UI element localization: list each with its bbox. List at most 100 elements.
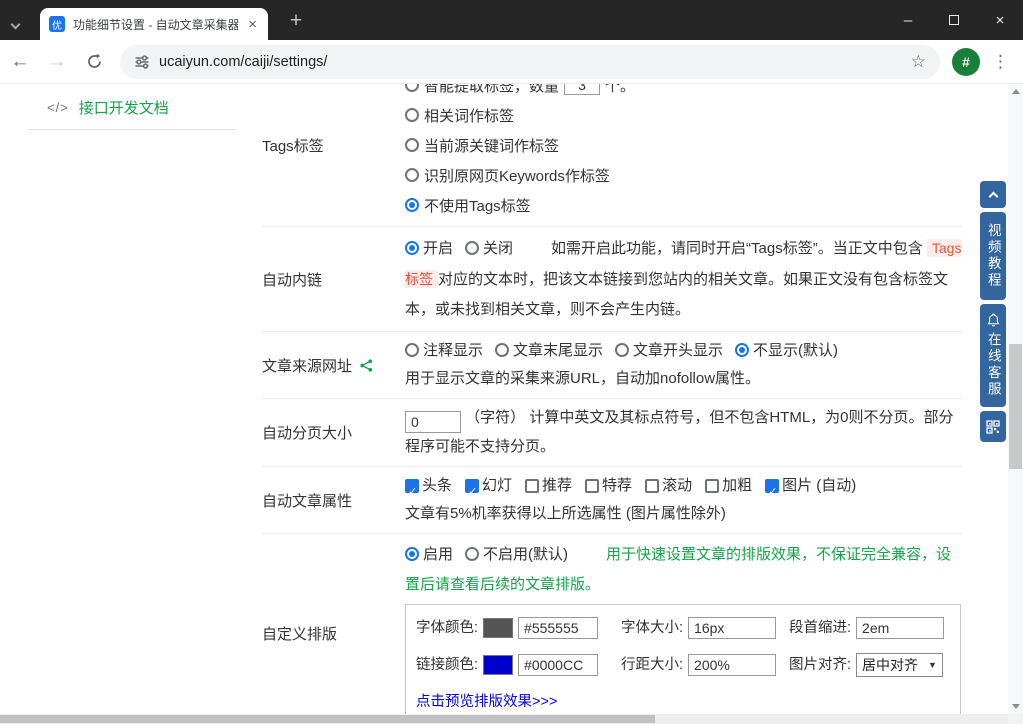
omnibox[interactable]: ucaiyun.com/caiji/settings/ ☆ [120, 45, 940, 79]
source-footer-radio[interactable] [495, 343, 509, 357]
checkbox-checked-icon[interactable] [465, 479, 479, 493]
radio-icon[interactable] [405, 108, 419, 122]
row-label-innerlink: 自动内链 [262, 227, 405, 331]
image-align-select[interactable]: 居中对齐 ▼ [856, 653, 943, 677]
browser-tab[interactable]: 优 功能细节设置 - 自动文章采集器 × [40, 8, 268, 40]
image-align-value: 居中对齐 [862, 650, 918, 680]
pagination-note: （字符） 计算中英文及其标点符号，但不包含HTML，为0则不分页。部分程序可能不… [405, 409, 954, 455]
horizontal-scrollbar-thumb[interactable] [0, 715, 655, 723]
new-tab-button[interactable]: + [283, 8, 309, 34]
option-label: 不使用Tags标签 [424, 195, 531, 216]
checkbox-label: 图片 (自动) [782, 472, 856, 500]
online-service-button[interactable]: 在线客服 [980, 304, 1006, 407]
radio-icon[interactable] [405, 168, 419, 182]
tags-option-related-words[interactable]: 相关词作标签 [405, 100, 962, 130]
qr-code-icon [986, 420, 1000, 434]
bell-icon [987, 313, 1000, 327]
font-color-swatch[interactable] [483, 618, 513, 638]
address-bar: ← → ucaiyun.com/caiji/settings/ ☆ # ⋮ [0, 40, 1023, 84]
link-color-label: 链接颜色: [416, 650, 478, 680]
custom-disable-radio[interactable] [465, 547, 479, 561]
panel-collapse-button[interactable] [980, 181, 1006, 208]
checkbox-label: 推荐 [542, 472, 572, 500]
font-size-input[interactable] [688, 617, 776, 639]
checkbox-icon[interactable] [585, 479, 599, 493]
sidebar-divider [28, 129, 236, 130]
font-color-input[interactable] [518, 617, 598, 639]
attr-image[interactable]: 图片 (自动) [765, 472, 856, 500]
row-label-text: 自动分页大小 [262, 422, 352, 443]
tags-option-source-keywords[interactable]: 当前源关键词作标签 [405, 130, 962, 160]
scrollbar-corner [1008, 714, 1023, 724]
window-maximize-button[interactable] [931, 0, 977, 40]
form-row-innerlink: 自动内链 开启关闭如需开启此功能，请同时开启“Tags标签”。当正文中包含 Ta… [262, 227, 962, 332]
url-text[interactable]: ucaiyun.com/caiji/settings/ [159, 54, 902, 70]
preview-layout-link[interactable]: 点击预览排版效果>>> [416, 687, 557, 714]
attr-recommend[interactable]: 推荐 [525, 472, 572, 500]
tags-option-page-keywords[interactable]: 识别原网页Keywords作标签 [405, 160, 962, 190]
checkbox-icon[interactable] [645, 479, 659, 493]
site-settings-icon[interactable] [134, 54, 150, 70]
checkbox-icon[interactable] [525, 479, 539, 493]
doc-link-label: 接口开发文档 [79, 97, 169, 118]
custom-enable-radio[interactable] [405, 547, 419, 561]
horizontal-scrollbar[interactable] [0, 714, 1008, 724]
radio-icon[interactable] [405, 84, 419, 92]
radio-checked-icon[interactable] [405, 198, 419, 212]
tags-option-smart-extract[interactable]: 智能提取标签，数量 个。 [405, 84, 962, 100]
source-header-radio[interactable] [615, 343, 629, 357]
window-minimize-button[interactable]: – [885, 0, 931, 40]
tags-option-disable[interactable]: 不使用Tags标签 [405, 190, 962, 220]
online-service-label: 在线客服 [986, 332, 1000, 398]
source-comment-radio[interactable] [405, 343, 419, 357]
pagination-size-input[interactable] [405, 411, 461, 433]
innerlink-off-radio[interactable] [465, 241, 479, 255]
image-align-label: 图片对齐: [789, 650, 851, 680]
window-close-button[interactable]: × [977, 0, 1023, 40]
reload-icon [86, 53, 103, 70]
attr-scroll[interactable]: 滚动 [645, 472, 692, 500]
attr-headline[interactable]: 头条 [405, 472, 452, 500]
sidebar-item-api-docs[interactable]: </> 接口开发文档 [47, 97, 169, 118]
line-height-label: 行距大小: [621, 650, 683, 680]
link-color-input[interactable] [518, 654, 598, 676]
attr-slide[interactable]: 幻灯 [465, 472, 512, 500]
layout-settings-box: 字体颜色: 字体大小: 段首缩进: [405, 604, 961, 714]
checkbox-label: 滚动 [662, 472, 692, 500]
profile-avatar[interactable]: # [952, 48, 980, 76]
reload-button[interactable] [77, 45, 111, 79]
vertical-scrollbar-thumb[interactable] [1009, 344, 1022, 469]
link-color-swatch[interactable] [483, 655, 513, 675]
page-content: </> 接口开发文档 Tags标签 智能提取标签，数量 个。 相关词作标签 [0, 84, 1008, 714]
indent-input[interactable] [856, 617, 944, 639]
innerlink-help-text: 如需开启此功能，请同时开启“Tags标签”。当正文中包含 [551, 240, 923, 257]
option-label: 智能提取标签，数量 [424, 84, 559, 96]
source-hidden-radio[interactable] [735, 343, 749, 357]
innerlink-on-radio[interactable] [405, 241, 419, 255]
tags-count-input[interactable] [564, 84, 600, 95]
source-url-note: 用于显示文章的采集来源URL，自动加nofollow属性。 [405, 365, 962, 393]
attr-bold[interactable]: 加粗 [705, 472, 752, 500]
scroll-down-arrow-icon[interactable] [1012, 704, 1020, 709]
checkbox-checked-icon[interactable] [405, 479, 419, 493]
attr-featured[interactable]: 特荐 [585, 472, 632, 500]
qr-code-button[interactable] [980, 411, 1006, 442]
radio-icon[interactable] [405, 138, 419, 152]
checkbox-icon[interactable] [705, 479, 719, 493]
form-row-custom-layout: 自定义排版 启用不启用(默认)用于快速设置文章的排版效果，不保证完全兼容，设置后… [262, 534, 962, 714]
bookmark-star-icon[interactable]: ☆ [911, 52, 926, 72]
form-row-source-url: 文章来源网址 注释显示文章末尾显示文章开头显示不显示(默认) 用于显示文章的采集… [262, 332, 962, 399]
font-size-label: 字体大小: [621, 613, 683, 643]
vertical-scrollbar[interactable] [1008, 84, 1023, 714]
video-tutorial-button[interactable]: 视频教程 [980, 212, 1006, 300]
line-height-input[interactable] [688, 654, 776, 676]
tab-close-icon[interactable]: × [246, 17, 259, 32]
tab-search-chevron-icon[interactable] [12, 15, 19, 33]
forward-button[interactable]: → [40, 45, 74, 79]
browser-menu-icon[interactable]: ⋮ [992, 52, 1009, 72]
video-tutorial-label: 视频教程 [986, 223, 1000, 289]
scroll-up-arrow-icon[interactable] [1012, 89, 1020, 94]
back-button[interactable]: ← [3, 45, 37, 79]
source-header-label: 文章开头显示 [633, 342, 723, 359]
checkbox-checked-icon[interactable] [765, 479, 779, 493]
